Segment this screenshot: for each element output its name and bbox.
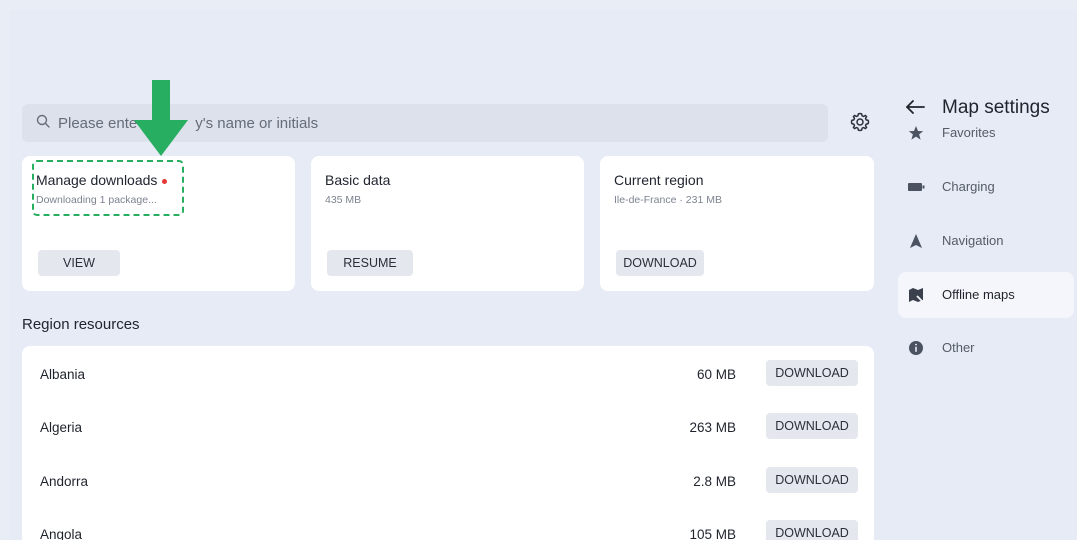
basic-data-card: Basic data 435 MB RESUME [311,156,584,291]
list-item[interactable]: Albania 60 MB DOWNLOAD [22,346,874,400]
list-item[interactable]: Algeria 263 MB DOWNLOAD [22,399,874,453]
list-item[interactable]: Angola 105 MB DOWNLOAD [22,506,874,540]
search-icon [36,114,50,132]
view-button[interactable]: VIEW [38,250,120,276]
highlight-box [32,160,184,216]
sidebar-item-other[interactable]: Other [898,325,1074,371]
region-name: Algeria [40,420,83,435]
search-placeholder-right: y's name or initials [195,114,319,132]
sidebar-item-label: Navigation [942,233,1004,248]
region-size: 263 MB [689,420,736,435]
current-region-title: Current region [614,172,704,188]
download-button[interactable]: DOWNLOAD [766,413,858,439]
offline-map-icon [908,287,924,303]
download-button[interactable]: DOWNLOAD [766,467,858,493]
basic-data-title: Basic data [325,172,391,188]
current-region-subtitle: Ile-de-France · 231 MB [614,194,722,206]
info-icon [908,340,924,356]
sidebar-item-label: Offline maps [942,287,1015,302]
region-size: 2.8 MB [693,474,736,489]
current-region-card: Current region Ile-de-France · 231 MB DO… [600,156,874,291]
region-size: 105 MB [689,527,736,540]
sidebar-item-charging[interactable]: Charging [898,164,1074,210]
sidebar-item-navigation[interactable]: Navigation [898,218,1074,264]
sidebar-item-favorites[interactable]: Favorites [898,110,1074,156]
region-resources-title: Region resources [22,316,140,333]
search-placeholder-left: Please ente [58,114,138,132]
download-button[interactable]: DOWNLOAD [766,360,858,386]
battery-icon [908,179,925,195]
sidebar-item-label: Other [942,340,975,355]
settings-gear-icon[interactable] [848,110,872,134]
pointer-arrow-icon [130,80,192,158]
region-list: Albania 60 MB DOWNLOAD Algeria 263 MB DO… [22,346,874,540]
current-region-download-button[interactable]: DOWNLOAD [616,250,704,276]
download-button[interactable]: DOWNLOAD [766,520,858,540]
sidebar-item-label: Favorites [942,125,996,140]
region-name: Andorra [40,474,89,489]
basic-data-size: 435 MB [325,194,362,206]
sidebar-item-label: Charging [942,179,995,194]
region-size: 60 MB [696,367,736,382]
sidebar-item-offline-maps[interactable]: Offline maps [898,272,1074,318]
resume-button[interactable]: RESUME [327,250,413,276]
star-icon [908,125,924,141]
list-item[interactable]: Andorra 2.8 MB DOWNLOAD [22,453,874,507]
navigation-icon [908,233,924,249]
region-name: Albania [40,367,86,382]
region-name: Angola [40,527,83,540]
